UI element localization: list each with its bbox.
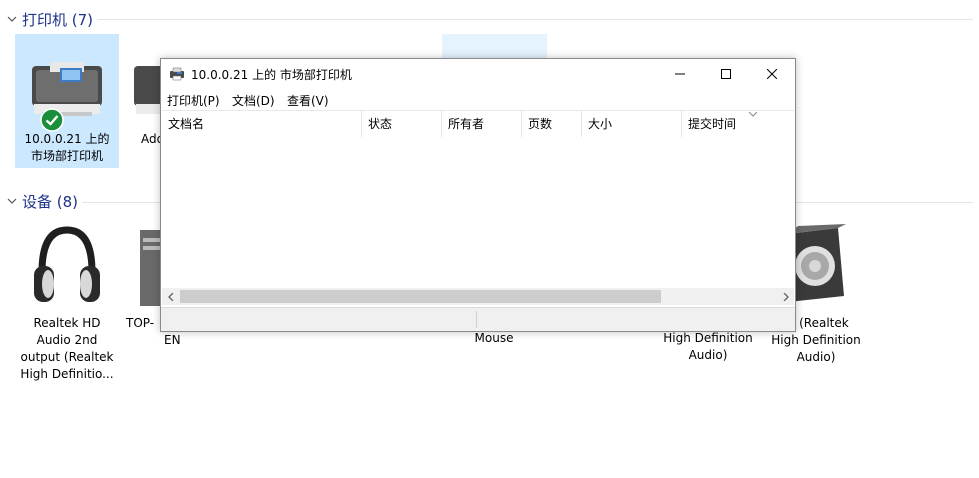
minimize-icon (675, 73, 685, 75)
device-label-line: Audio) (688, 348, 728, 362)
device-item-realtek-output[interactable]: Realtek HD Audio 2nd output (Realtek Hig… (15, 218, 119, 386)
device-label-line: EN (164, 333, 181, 347)
printer-item-market[interactable]: 10.0.0.21 上的 市场部打印机 (15, 34, 119, 168)
scroll-left-button[interactable] (162, 288, 179, 305)
column-size[interactable]: 大小 (582, 111, 682, 137)
close-button[interactable] (749, 59, 795, 89)
sort-chevron-icon (749, 112, 757, 117)
column-owner[interactable]: 所有者 (442, 111, 522, 137)
device-label-line: High Definition (771, 333, 861, 347)
status-pane (161, 311, 477, 328)
column-header: 文档名 状态 所有者 页数 大小 提交时间 (162, 110, 794, 137)
device-item-hd-audio[interactable]: High Definition Audio) (658, 330, 758, 370)
status-pane (476, 311, 792, 328)
device-label-line: Audio) (796, 350, 836, 364)
column-status[interactable]: 状态 (362, 111, 442, 137)
menu-view[interactable]: 查看(V) (287, 92, 329, 109)
devices-section-header[interactable]: 设备 (8) (6, 191, 78, 211)
chevron-down-icon (7, 16, 17, 22)
menu-bar: 打印机(P) 文档(D) 查看(V) (161, 89, 795, 109)
column-submitted[interactable]: 提交时间 (682, 111, 794, 137)
menu-document[interactable]: 文档(D) (232, 92, 275, 109)
device-item-mouse[interactable]: Mouse (464, 330, 524, 350)
maximize-button[interactable] (703, 59, 749, 89)
window-titlebar[interactable]: 10.0.0.21 上的 市场部打印机 (161, 59, 795, 89)
chevron-down-icon (7, 198, 17, 204)
headphones-icon (34, 226, 100, 302)
printers-section-title: 打印机 (7) (22, 10, 94, 29)
minimize-button[interactable] (657, 59, 703, 89)
printer-item-ado[interactable]: Ado (125, 34, 170, 168)
job-list[interactable] (162, 136, 794, 288)
printer-icon (32, 62, 102, 116)
scrollbar-thumb[interactable] (180, 290, 661, 303)
device-label-line: High Definitio... (20, 367, 114, 381)
printers-section-header[interactable]: 打印机 (7) (6, 9, 93, 29)
chevron-left-icon (167, 292, 173, 301)
chevron-right-icon (783, 292, 789, 301)
device-label-line: Audio 2nd (36, 333, 98, 347)
maximize-icon (721, 69, 731, 79)
window-title: 10.0.0.21 上的 市场部打印机 (191, 68, 352, 82)
printer-label-line: 市场部打印机 (30, 149, 103, 163)
column-document-name[interactable]: 文档名 (162, 111, 362, 137)
section-divider (98, 19, 973, 20)
device-label-line: High Definition (663, 331, 753, 345)
menu-printer[interactable]: 打印机(P) (167, 92, 220, 109)
print-queue-window: 10.0.0.21 上的 市场部打印机 打印机(P) 文档(D) 查看(V) 文… (160, 58, 796, 332)
scroll-right-button[interactable] (777, 288, 794, 305)
device-label-line: Realtek HD (33, 316, 101, 330)
devices-section-title: 设备 (8) (22, 192, 79, 211)
default-check-icon (40, 108, 64, 132)
device-label-line: Mouse (474, 331, 514, 345)
close-icon (767, 69, 777, 79)
printer-label-line: 10.0.0.21 上的 (24, 132, 110, 146)
printer-icon (170, 67, 184, 81)
status-bar (161, 307, 795, 331)
device-label-line: output (Realtek (20, 350, 114, 364)
column-pages[interactable]: 页数 (522, 111, 582, 137)
horizontal-scrollbar[interactable] (162, 288, 794, 305)
